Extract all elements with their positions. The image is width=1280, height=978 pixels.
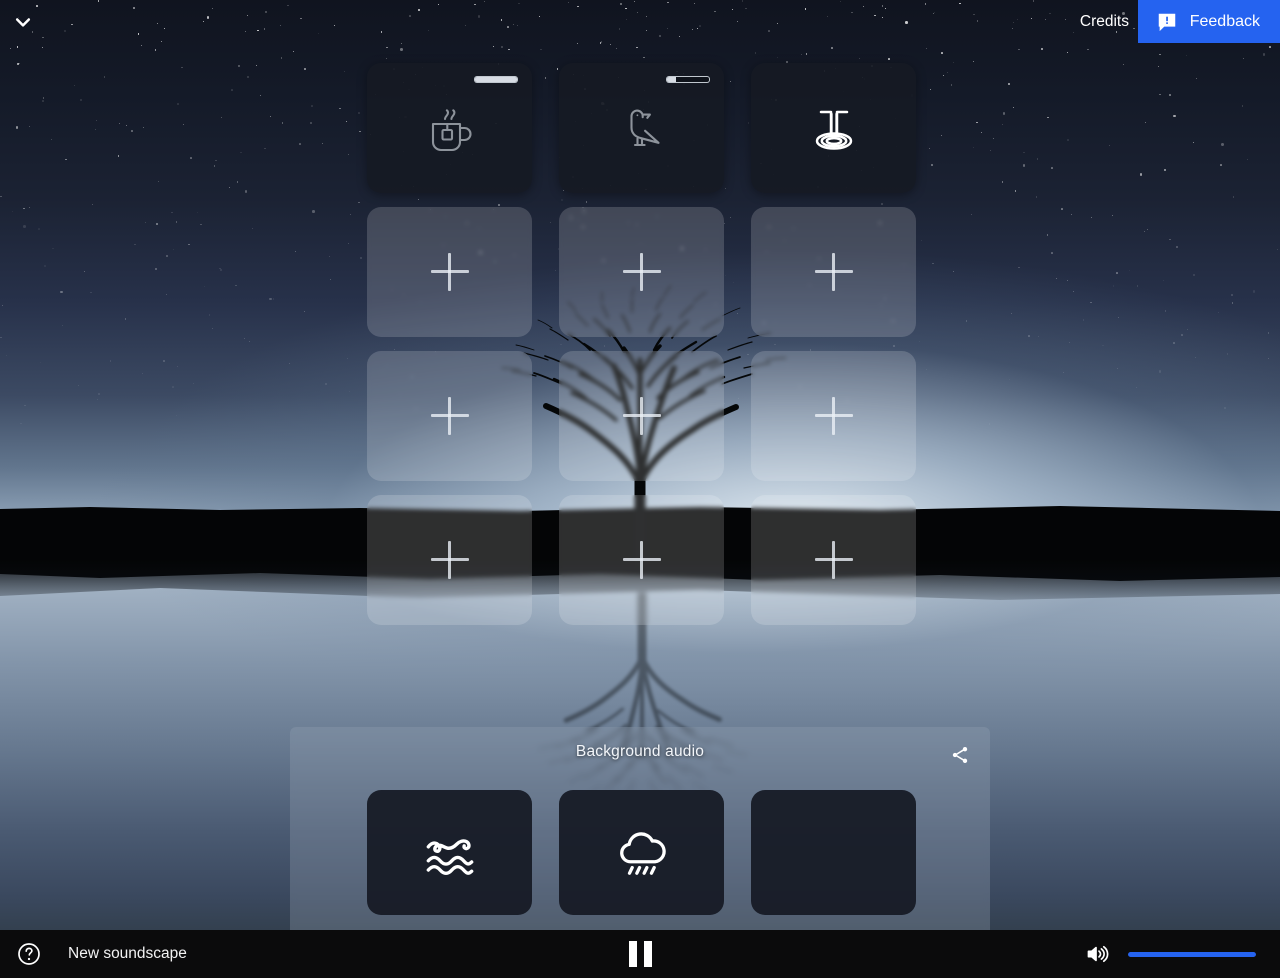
speaker-high-icon[interactable] — [1085, 942, 1109, 966]
background-audio-title: Background audio — [575, 743, 705, 760]
add-sound-tile[interactable] — [559, 351, 724, 481]
add-sound-tile[interactable] — [367, 495, 532, 625]
sound-tile-bird[interactable] — [559, 63, 724, 193]
plus-icon — [622, 253, 661, 291]
sound-tile-tea-cup[interactable] — [367, 63, 532, 193]
master-volume-slider[interactable] — [1128, 951, 1256, 957]
pause-bar-right — [643, 941, 652, 967]
plus-icon — [430, 253, 469, 291]
chevron-down-icon[interactable] — [10, 9, 36, 35]
sound-tile-volume-slider[interactable] — [474, 76, 518, 83]
master-volume-control — [1085, 942, 1256, 966]
pause-icon[interactable] — [621, 939, 659, 969]
credits-button[interactable]: Credits — [1072, 0, 1137, 43]
sound-tile-waterfall[interactable] — [751, 63, 916, 193]
bottom-bar: New soundscape — [0, 930, 1280, 978]
background-audio-tiles — [367, 790, 916, 915]
plus-icon — [814, 397, 853, 435]
share-icon[interactable] — [947, 742, 973, 768]
background-audio-tile-empty[interactable] — [751, 790, 916, 915]
soundscape-name[interactable]: New soundscape — [68, 945, 187, 963]
add-sound-tile[interactable] — [559, 495, 724, 625]
add-sound-tile[interactable] — [751, 495, 916, 625]
plus-icon — [622, 397, 661, 435]
sound-tile-volume-fill — [475, 77, 517, 82]
sound-tile-volume-slider[interactable] — [666, 76, 710, 83]
plus-icon — [814, 253, 853, 291]
plus-icon — [814, 541, 853, 579]
add-sound-tile[interactable] — [367, 351, 532, 481]
credits-label: Credits — [1079, 12, 1129, 30]
app-root: Background audio Credits Feedback New so… — [0, 0, 1280, 978]
feedback-button[interactable]: Feedback — [1137, 0, 1280, 43]
pause-bar-left — [628, 941, 637, 967]
background-audio-tile-rain-cloud[interactable] — [559, 790, 724, 915]
add-sound-tile[interactable] — [559, 207, 724, 337]
background-audio-panel: Background audio — [290, 727, 990, 930]
master-volume-fill — [1128, 951, 1256, 957]
help-question-icon[interactable] — [17, 942, 41, 966]
add-sound-tile[interactable] — [751, 351, 916, 481]
add-sound-tile[interactable] — [367, 207, 532, 337]
add-sound-tile[interactable] — [751, 207, 916, 337]
feedback-speech-bubble-icon — [1156, 11, 1178, 33]
plus-icon — [430, 541, 469, 579]
sound-tile-volume-fill — [667, 77, 677, 82]
top-bar: Credits Feedback — [0, 0, 1280, 43]
plus-icon — [622, 541, 661, 579]
feedback-label: Feedback — [1189, 12, 1260, 30]
plus-icon — [430, 397, 469, 435]
soundscape-tile-grid — [367, 63, 916, 625]
background-audio-tile-waves[interactable] — [367, 790, 532, 915]
